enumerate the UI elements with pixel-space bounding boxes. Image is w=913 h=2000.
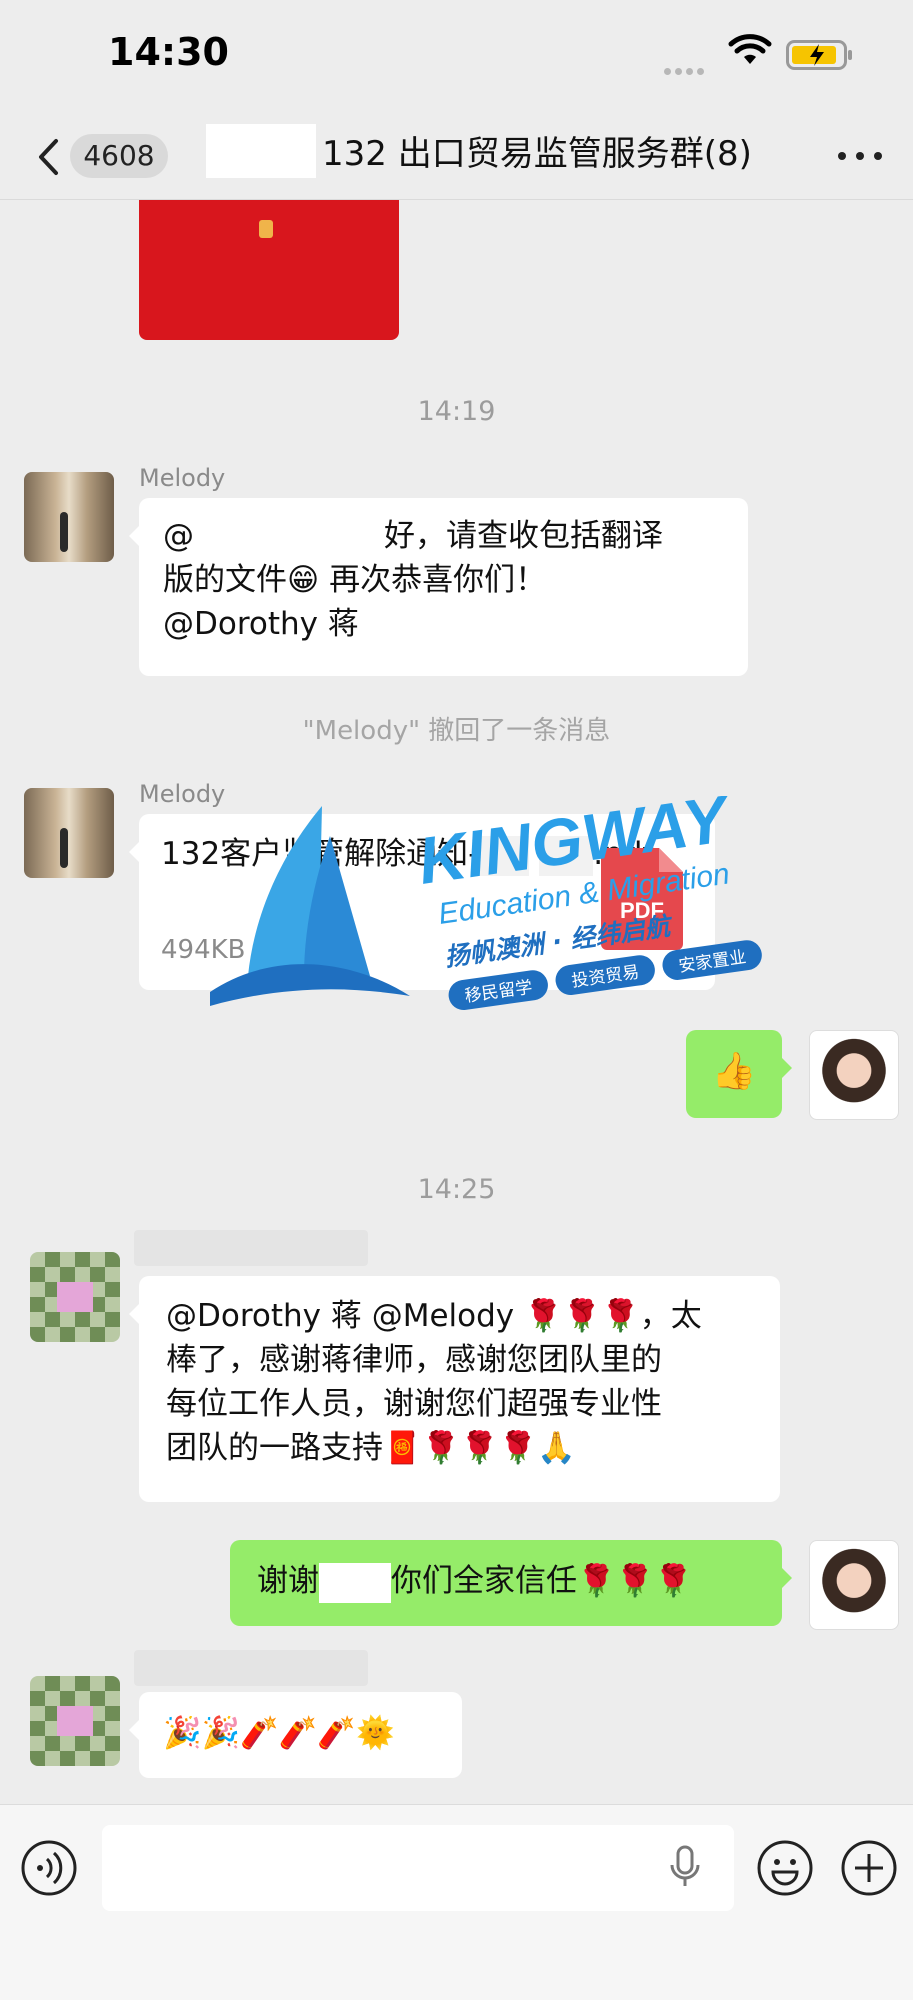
avatar-self[interactable] <box>809 1030 899 1120</box>
thumbs-up-icon: 👍 <box>711 1051 757 1092</box>
redacted-title-part <box>206 124 316 178</box>
file-name: 132客户监管解除通知- .pdf <box>161 832 653 876</box>
svg-text:PDF: PDF <box>620 898 664 923</box>
message-input[interactable] <box>102 1825 734 1911</box>
avatar-melody[interactable] <box>24 472 114 562</box>
chat-title: 132 出口贸易监管服务群(8) <box>322 134 752 174</box>
voice-input-button[interactable] <box>20 1839 78 1897</box>
message-text: @Dorothy 蒋 <box>163 606 359 642</box>
red-packet-seal-icon <box>259 220 273 238</box>
pdf-file-icon: PDF <box>601 848 683 950</box>
add-more-button[interactable] <box>840 1839 898 1897</box>
message-text: 版的文件😁 再次恭喜你们！ <box>163 562 547 598</box>
input-toolbar <box>0 1804 913 2000</box>
unread-count-badge: 4608 <box>70 134 168 178</box>
message-text: 🎉🎉🧨🧨🧨🌞 <box>163 1715 395 1751</box>
redacted-sender-name <box>134 1650 368 1686</box>
file-meta: 494KB 未下载 <box>161 935 332 965</box>
message-text: 棒了，感谢蒋律师，感谢您团队里的 <box>166 1342 662 1378</box>
message-text: 谢谢 <box>257 1563 319 1599</box>
message-text: 你们全家信任🌹🌹🌹 <box>391 1563 693 1599</box>
battery-charging-icon <box>786 40 852 70</box>
message-bubble[interactable]: 🎉🎉🧨🧨🧨🌞 <box>129 1692 462 1778</box>
timestamp: 14:19 <box>417 396 496 427</box>
file-message-card[interactable]: 132客户监管解除通知- .pdf 494KB 未下载 PDF <box>129 814 715 990</box>
message-text: 团队的一路支持🧧🌹🌹🌹🙏 <box>166 1430 576 1466</box>
redacted-sender-name <box>134 1230 368 1266</box>
avatar-client[interactable] <box>30 1676 120 1766</box>
timestamp: 14:25 <box>417 1174 496 1205</box>
redacted-name <box>194 517 384 558</box>
avatar-client[interactable] <box>30 1252 120 1342</box>
message-text: @Dorothy 蒋 @Melody 🌹🌹🌹，太 <box>166 1298 702 1334</box>
sender-name: Melody <box>139 780 226 808</box>
more-options-button[interactable] <box>836 136 886 176</box>
wifi-icon <box>728 34 772 64</box>
redacted-name <box>319 1562 391 1603</box>
emoji-button[interactable] <box>756 1839 814 1897</box>
sender-name: Melody <box>139 464 226 492</box>
cellular-signal-icon <box>664 60 714 75</box>
mention-prefix: @ <box>163 518 194 554</box>
message-bubble[interactable]: @ 好，请查收包括翻译 版的文件😁 再次恭喜你们！ @Dorothy 蒋 <box>129 498 748 676</box>
message-bubble-self[interactable]: 谢谢 你们全家信任🌹🌹🌹 <box>230 1540 792 1626</box>
message-bubble[interactable]: @Dorothy 蒋 @Melody 🌹🌹🌹，太 棒了，感谢蒋律师，感谢您团队里… <box>129 1276 780 1502</box>
message-text: 好，请查收包括翻译 <box>384 518 663 554</box>
microphone-icon[interactable] <box>668 1845 702 1889</box>
recall-notice: "Melody" 撤回了一条消息 <box>302 716 611 746</box>
status-time: 14:30 <box>108 30 229 74</box>
status-bar: 14:30 <box>0 0 913 110</box>
avatar-melody[interactable] <box>24 788 114 878</box>
red-packet-message[interactable] <box>139 200 399 340</box>
avatar-self[interactable] <box>809 1540 899 1630</box>
message-text: 每位工作人员，谢谢您们超强专业性 <box>166 1386 662 1422</box>
back-chevron-icon <box>39 139 58 175</box>
back-button[interactable]: 4608 <box>28 132 168 180</box>
message-bubble-self[interactable]: 👍 <box>686 1030 792 1118</box>
message-list[interactable]: 14:19 Melody @ 好，请查收包括翻译 版的文件😁 再次恭喜你们！ @D… <box>0 200 913 1804</box>
chat-header: 4608 132 出口贸易监管服务群(8) <box>0 110 913 200</box>
